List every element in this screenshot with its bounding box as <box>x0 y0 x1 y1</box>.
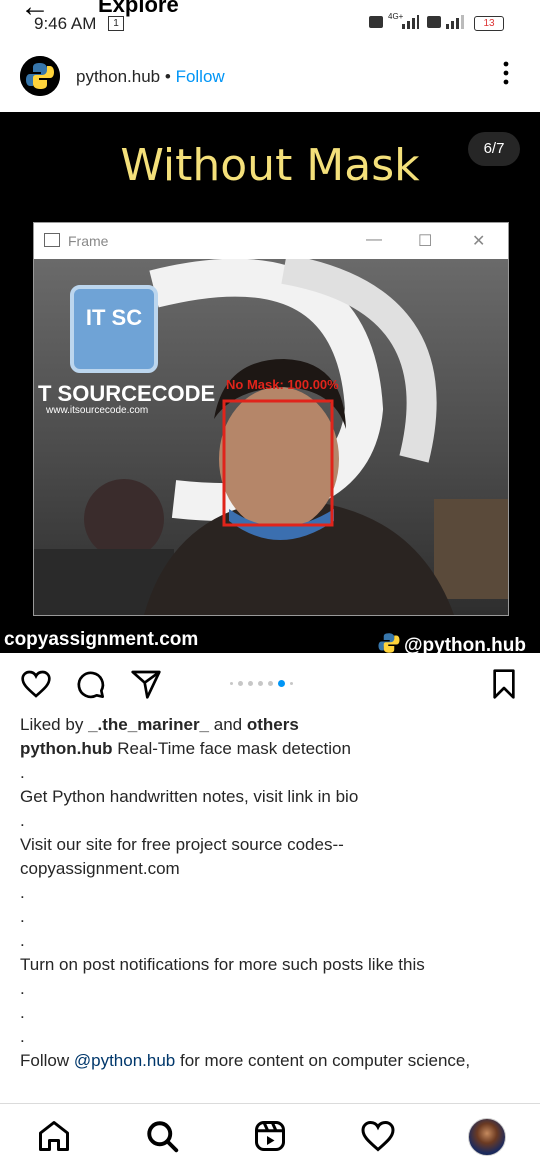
search-icon[interactable] <box>144 1118 180 1159</box>
opencv-window: Frame — ☐ ✕ IT SC T SOURCECODE www.itsou… <box>33 222 509 616</box>
caption-line-notes: Get Python handwritten notes, visit link… <box>20 787 359 806</box>
caption-fade <box>0 1080 540 1103</box>
caption-text: Real-Time face mask detection <box>117 739 351 758</box>
follow-button[interactable]: Follow <box>176 67 225 86</box>
liked-by-others[interactable]: others <box>247 715 299 734</box>
follow-suffix: for more content on computer science, <box>179 1051 471 1070</box>
likes-line: Liked by _.the_mariner_ and others <box>20 713 520 737</box>
home-icon[interactable] <box>36 1118 72 1159</box>
carousel-dot <box>248 681 253 686</box>
watermark-url: www.itsourcecode.com <box>46 405 149 416</box>
python-logo-icon <box>378 633 400 653</box>
liked-by-user[interactable]: _.the_mariner_ <box>88 715 209 734</box>
caption-dot: . <box>20 907 25 926</box>
signal-icon <box>400 14 420 33</box>
post-author[interactable]: python.hub • Follow <box>76 67 225 87</box>
battery-icon: 13 <box>474 16 504 31</box>
caption-author[interactable]: python.hub <box>20 739 113 758</box>
watermark-handle: @python.hub <box>374 628 526 653</box>
caption-line-site: Visit our site for free project source c… <box>20 835 344 854</box>
watermark-site: copyassignment.com <box>4 629 199 650</box>
window-titlebar: Frame — ☐ ✕ <box>34 223 508 259</box>
volte-icon <box>368 14 384 33</box>
status-bar: ← Explore 9:46 AM 1 4G+ 13 <box>0 0 540 46</box>
activity-heart-icon[interactable] <box>360 1118 396 1159</box>
watermark-brand: T SOURCECODE <box>38 381 216 406</box>
follow-prefix: Follow <box>20 1051 70 1070</box>
avatar[interactable] <box>20 56 60 96</box>
carousel-indicator <box>230 680 293 687</box>
caption-dot: . <box>20 1027 25 1046</box>
username[interactable]: python.hub <box>76 67 160 86</box>
notification-icon: 1 <box>108 16 124 31</box>
signal-icon-2 <box>444 14 466 33</box>
caption-line-follow: Follow @python.hub for more content on c… <box>20 1049 520 1073</box>
minimize-icon: — <box>366 231 382 248</box>
caption-line-site-url: copyassignment.com <box>20 859 180 878</box>
likes-and: and <box>213 715 243 734</box>
volte-icon-2 <box>426 14 442 33</box>
more-options-icon[interactable] <box>500 60 512 86</box>
likes-prefix: Liked by <box>20 715 84 734</box>
carousel-dot-active <box>278 680 285 687</box>
maximize-icon: ☐ <box>418 233 433 250</box>
window-title: Frame <box>68 233 109 249</box>
separator: • <box>164 67 171 86</box>
send-icon[interactable] <box>130 668 162 705</box>
carousel-dot <box>268 681 273 686</box>
caption-dot: . <box>20 931 25 950</box>
caption-first-line: python.hub Real-Time face mask detection <box>20 737 520 761</box>
post-header: python.hub • Follow <box>0 48 540 108</box>
python-logo-icon <box>20 56 60 96</box>
mention-link[interactable]: @python.hub <box>74 1051 175 1070</box>
caption-line-notify: Turn on post notifications for more such… <box>20 955 425 974</box>
watermark-logo: IT SC <box>85 305 143 330</box>
post-slide-title: Without Mask <box>120 140 420 191</box>
carousel-dot <box>238 681 243 686</box>
carousel-counter: 6/7 <box>468 132 520 166</box>
post-caption: Liked by _.the_mariner_ and others pytho… <box>20 713 520 1073</box>
webcam-frame: IT SC T SOURCECODE www.itsourcecode.com … <box>34 259 508 615</box>
post-image[interactable]: Without Mask 6/7 Frame — ☐ ✕ IT SC T SOU… <box>0 112 540 653</box>
bottom-nav <box>0 1110 540 1170</box>
window-icon <box>44 233 60 247</box>
caption-dot: . <box>20 979 25 998</box>
detection-label: No Mask: 100.00% <box>226 377 339 392</box>
nav-divider <box>0 1103 540 1104</box>
caption-dot: . <box>20 883 25 902</box>
profile-avatar[interactable] <box>468 1118 506 1156</box>
carousel-dot <box>230 682 233 685</box>
reels-icon[interactable] <box>252 1118 288 1159</box>
caption-dot: . <box>20 811 25 830</box>
status-time: 9:46 AM <box>34 14 97 33</box>
carousel-dot <box>258 681 263 686</box>
close-icon: ✕ <box>472 233 486 250</box>
caption-dot: . <box>20 763 25 782</box>
bookmark-icon[interactable] <box>488 668 520 705</box>
carousel-dot <box>290 682 293 685</box>
comment-icon[interactable] <box>74 668 106 705</box>
like-icon[interactable] <box>20 668 52 705</box>
caption-dot: . <box>20 1003 25 1022</box>
action-bar <box>0 660 540 710</box>
watermark-handle-text: @python.hub <box>404 635 526 653</box>
